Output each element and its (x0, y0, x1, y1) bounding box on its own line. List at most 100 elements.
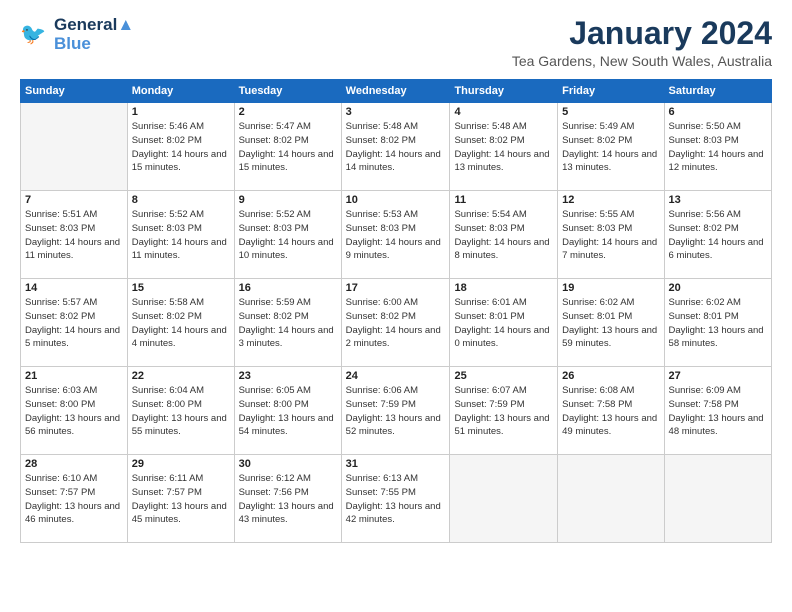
day-number: 21 (25, 370, 123, 382)
day-info: Sunrise: 6:02 AMSunset: 8:01 PMDaylight:… (669, 296, 767, 351)
table-row (21, 103, 128, 191)
day-number: 14 (25, 282, 123, 294)
table-row: 14 Sunrise: 5:57 AMSunset: 8:02 PMDayligh… (21, 279, 128, 367)
col-thursday: Thursday (450, 80, 558, 103)
table-row: 22 Sunrise: 6:04 AMSunset: 8:00 PMDayligh… (127, 367, 234, 455)
table-row: 17 Sunrise: 6:00 AMSunset: 8:02 PMDayligh… (341, 279, 450, 367)
day-info: Sunrise: 5:50 AMSunset: 8:03 PMDaylight:… (669, 120, 767, 175)
day-number: 24 (346, 370, 446, 382)
day-info: Sunrise: 6:00 AMSunset: 8:02 PMDaylight:… (346, 296, 446, 351)
col-friday: Friday (558, 80, 664, 103)
day-number: 7 (25, 194, 123, 206)
day-info: Sunrise: 6:10 AMSunset: 7:57 PMDaylight:… (25, 472, 123, 527)
day-info: Sunrise: 6:04 AMSunset: 8:00 PMDaylight:… (132, 384, 230, 439)
calendar-week-row: 28 Sunrise: 6:10 AMSunset: 7:57 PMDayligh… (21, 455, 772, 543)
table-row: 15 Sunrise: 5:58 AMSunset: 8:02 PMDayligh… (127, 279, 234, 367)
day-info: Sunrise: 5:52 AMSunset: 8:03 PMDaylight:… (239, 208, 337, 263)
calendar-table: Sunday Monday Tuesday Wednesday Thursday… (20, 79, 772, 543)
table-row: 21 Sunrise: 6:03 AMSunset: 8:00 PMDayligh… (21, 367, 128, 455)
col-sunday: Sunday (21, 80, 128, 103)
day-info: Sunrise: 5:46 AMSunset: 8:02 PMDaylight:… (132, 120, 230, 175)
table-row: 3 Sunrise: 5:48 AMSunset: 8:02 PMDaylight… (341, 103, 450, 191)
table-row: 8 Sunrise: 5:52 AMSunset: 8:03 PMDaylight… (127, 191, 234, 279)
table-row: 25Sunrise: 6:07 AMSunset: 7:59 PMDayligh… (450, 367, 558, 455)
title-block: January 2024 Tea Gardens, New South Wale… (512, 16, 772, 69)
table-row: 26Sunrise: 6:08 AMSunset: 7:58 PMDayligh… (558, 367, 664, 455)
table-row: 5 Sunrise: 5:49 AMSunset: 8:02 PMDaylight… (558, 103, 664, 191)
day-number: 30 (239, 458, 337, 470)
day-number: 6 (669, 106, 767, 118)
day-number: 19 (562, 282, 659, 294)
day-number: 13 (669, 194, 767, 206)
day-info: Sunrise: 6:05 AMSunset: 8:00 PMDaylight:… (239, 384, 337, 439)
day-info: Sunrise: 5:49 AMSunset: 8:02 PMDaylight:… (562, 120, 659, 175)
table-row: 9 Sunrise: 5:52 AMSunset: 8:03 PMDaylight… (234, 191, 341, 279)
table-row: 20Sunrise: 6:02 AMSunset: 8:01 PMDayligh… (664, 279, 771, 367)
calendar-week-row: 7 Sunrise: 5:51 AMSunset: 8:03 PMDaylight… (21, 191, 772, 279)
calendar-week-row: 1 Sunrise: 5:46 AMSunset: 8:02 PMDaylight… (21, 103, 772, 191)
page-header: 🐦 General▲ Blue January 2024 Tea Gardens… (20, 16, 772, 69)
day-info: Sunrise: 6:12 AMSunset: 7:56 PMDaylight:… (239, 472, 337, 527)
day-number: 1 (132, 106, 230, 118)
day-info: Sunrise: 6:09 AMSunset: 7:58 PMDaylight:… (669, 384, 767, 439)
day-info: Sunrise: 5:57 AMSunset: 8:02 PMDaylight:… (25, 296, 123, 351)
day-number: 10 (346, 194, 446, 206)
table-row: 31 Sunrise: 6:13 AMSunset: 7:55 PMDayligh… (341, 455, 450, 543)
col-monday: Monday (127, 80, 234, 103)
day-number: 23 (239, 370, 337, 382)
day-number: 18 (454, 282, 553, 294)
calendar-header-row: Sunday Monday Tuesday Wednesday Thursday… (21, 80, 772, 103)
table-row: 18Sunrise: 6:01 AMSunset: 8:01 PMDayligh… (450, 279, 558, 367)
table-row: 24 Sunrise: 6:06 AMSunset: 7:59 PMDayligh… (341, 367, 450, 455)
day-info: Sunrise: 5:54 AMSunset: 8:03 PMDaylight:… (454, 208, 553, 263)
table-row (664, 455, 771, 543)
table-row: 6 Sunrise: 5:50 AMSunset: 8:03 PMDaylight… (664, 103, 771, 191)
calendar-week-row: 14 Sunrise: 5:57 AMSunset: 8:02 PMDayligh… (21, 279, 772, 367)
day-number: 25 (454, 370, 553, 382)
table-row: 7 Sunrise: 5:51 AMSunset: 8:03 PMDaylight… (21, 191, 128, 279)
table-row: 10 Sunrise: 5:53 AMSunset: 8:03 PMDayligh… (341, 191, 450, 279)
day-info: Sunrise: 6:03 AMSunset: 8:00 PMDaylight:… (25, 384, 123, 439)
day-number: 3 (346, 106, 446, 118)
calendar-week-row: 21 Sunrise: 6:03 AMSunset: 8:00 PMDayligh… (21, 367, 772, 455)
day-number: 2 (239, 106, 337, 118)
table-row: 28 Sunrise: 6:10 AMSunset: 7:57 PMDayligh… (21, 455, 128, 543)
day-info: Sunrise: 6:06 AMSunset: 7:59 PMDaylight:… (346, 384, 446, 439)
day-number: 31 (346, 458, 446, 470)
day-info: Sunrise: 5:48 AMSunset: 8:02 PMDaylight:… (346, 120, 446, 175)
table-row: 16Sunrise: 5:59 AMSunset: 8:02 PMDayligh… (234, 279, 341, 367)
day-info: Sunrise: 5:52 AMSunset: 8:03 PMDaylight:… (132, 208, 230, 263)
day-number: 26 (562, 370, 659, 382)
logo: 🐦 General▲ Blue (20, 16, 134, 53)
day-number: 8 (132, 194, 230, 206)
col-wednesday: Wednesday (341, 80, 450, 103)
day-number: 11 (454, 194, 553, 206)
logo-text: General▲ Blue (54, 16, 134, 53)
table-row: 12 Sunrise: 5:55 AMSunset: 8:03 PMDayligh… (558, 191, 664, 279)
day-info: Sunrise: 5:59 AMSunset: 8:02 PMDaylight:… (239, 296, 337, 351)
day-number: 9 (239, 194, 337, 206)
day-info: Sunrise: 5:55 AMSunset: 8:03 PMDaylight:… (562, 208, 659, 263)
day-number: 12 (562, 194, 659, 206)
day-info: Sunrise: 5:47 AMSunset: 8:02 PMDaylight:… (239, 120, 337, 175)
logo-icon: 🐦 (20, 20, 50, 50)
day-number: 22 (132, 370, 230, 382)
day-number: 4 (454, 106, 553, 118)
table-row: 19Sunrise: 6:02 AMSunset: 8:01 PMDayligh… (558, 279, 664, 367)
table-row: 27Sunrise: 6:09 AMSunset: 7:58 PMDayligh… (664, 367, 771, 455)
day-number: 5 (562, 106, 659, 118)
col-tuesday: Tuesday (234, 80, 341, 103)
table-row: 4Sunrise: 5:48 AMSunset: 8:02 PMDaylight… (450, 103, 558, 191)
day-info: Sunrise: 5:51 AMSunset: 8:03 PMDaylight:… (25, 208, 123, 263)
day-info: Sunrise: 5:58 AMSunset: 8:02 PMDaylight:… (132, 296, 230, 351)
day-info: Sunrise: 5:56 AMSunset: 8:02 PMDaylight:… (669, 208, 767, 263)
day-number: 28 (25, 458, 123, 470)
day-number: 29 (132, 458, 230, 470)
day-number: 15 (132, 282, 230, 294)
svg-text:🐦: 🐦 (20, 23, 46, 46)
day-info: Sunrise: 5:53 AMSunset: 8:03 PMDaylight:… (346, 208, 446, 263)
table-row: 1 Sunrise: 5:46 AMSunset: 8:02 PMDaylight… (127, 103, 234, 191)
day-number: 17 (346, 282, 446, 294)
day-info: Sunrise: 6:13 AMSunset: 7:55 PMDaylight:… (346, 472, 446, 527)
location-text: Tea Gardens, New South Wales, Australia (512, 53, 772, 69)
